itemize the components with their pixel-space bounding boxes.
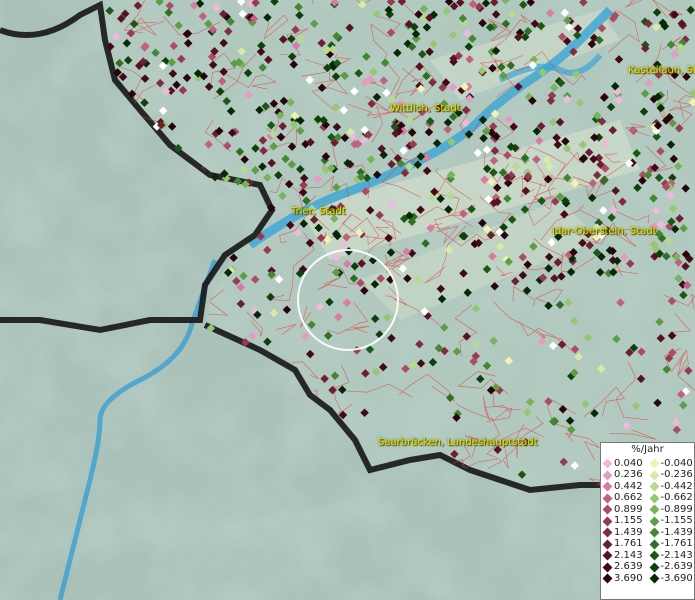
legend-value: 0.236: [614, 469, 643, 481]
legend-entry: 0.236: [601, 470, 648, 482]
legend-swatch: [602, 504, 613, 515]
legend-swatch: [649, 573, 659, 584]
legend-entry: 0.442: [601, 481, 648, 493]
legend-entry: 3.690: [601, 573, 648, 585]
legend-value: -1.439: [660, 526, 693, 538]
legend-value: 3.690: [614, 572, 643, 584]
legend-swatch: [649, 493, 659, 504]
legend-entry: -0.442: [648, 481, 695, 493]
legend-entry: -1.439: [648, 527, 695, 539]
legend-entry: -3.690: [648, 573, 695, 585]
legend-swatch: [602, 516, 613, 527]
legend-value: -0.442: [660, 480, 693, 492]
city-label-trier: Trier, Stadt: [291, 206, 346, 217]
legend-entry: 1.155: [601, 516, 648, 528]
legend-value: 0.899: [614, 503, 643, 515]
legend-swatch: [602, 550, 613, 561]
legend-entry: -0.662: [648, 493, 695, 505]
legend-value: -1.155: [660, 515, 693, 527]
legend-value: -1.761: [660, 538, 693, 550]
legend-value: -2.639: [660, 561, 693, 573]
legend-swatch: [602, 470, 613, 481]
city-label-idar-oberstein: Idar-Oberstein, Stadt: [552, 226, 657, 237]
legend-entry: -2.639: [648, 562, 695, 574]
legend-entry: 2.143: [601, 550, 648, 562]
legend-swatch: [649, 516, 659, 527]
legend-value: 2.639: [614, 561, 643, 573]
legend-value: 0.442: [614, 480, 643, 492]
legend-swatch: [649, 550, 659, 561]
legend-swatch: [602, 493, 613, 504]
legend-title: %/Jahr: [631, 444, 664, 455]
legend-entry: -1.155: [648, 516, 695, 528]
legend-swatch: [602, 527, 613, 538]
legend-swatch: [649, 562, 659, 573]
legend-swatch: [649, 527, 659, 538]
legend-value: -0.662: [660, 492, 693, 504]
legend-swatch: [602, 573, 613, 584]
map-base: [0, 0, 695, 600]
legend-negative-column: -0.040 -0.236 -0.442 -0.662 -0.899 -1.155 -1.4…: [648, 458, 695, 585]
legend-entry: 0.662: [601, 493, 648, 505]
legend-swatch: [602, 458, 613, 469]
legend-value: 1.155: [614, 515, 643, 527]
legend-entry: 0.899: [601, 504, 648, 516]
city-label-wittlich: Wittlich, Stadt: [390, 103, 461, 114]
legend-entry: -2.143: [648, 550, 695, 562]
legend-entry: -0.899: [648, 504, 695, 516]
legend-positive-column: 0.040 0.236 0.442 0.662 0.899 1.155 1.439 1.761…: [601, 458, 648, 585]
legend-entry: -0.236: [648, 470, 695, 482]
legend-entry: -1.761: [648, 539, 695, 551]
legend-value: 1.761: [614, 538, 643, 550]
legend-value: -2.143: [660, 549, 693, 561]
legend-entry: 2.639: [601, 562, 648, 574]
legend-value: -3.690: [660, 572, 693, 584]
legend-swatch: [649, 481, 659, 492]
legend: %/Jahr 0.040 0.236 0.442 0.662 0.899 1.155 1.4…: [600, 442, 695, 600]
legend-value: 2.143: [614, 549, 643, 561]
legend-swatch: [602, 539, 613, 550]
legend-swatch: [602, 481, 613, 492]
legend-value: 0.040: [614, 457, 643, 469]
legend-entry: 0.040: [601, 458, 648, 470]
legend-swatch: [649, 539, 659, 550]
legend-value: -0.236: [660, 469, 693, 481]
legend-swatch: [649, 458, 659, 469]
legend-value: 1.439: [614, 526, 643, 538]
city-label-saarbruecken: Saarbrücken, Landeshauptstadt: [378, 437, 538, 448]
legend-swatch: [649, 470, 659, 481]
map-view[interactable]: Wittlich, Stadt Kastellaun, St Trier, St…: [0, 0, 695, 600]
legend-entry: -0.040: [648, 458, 695, 470]
legend-entry: 1.761: [601, 539, 648, 551]
legend-swatch: [649, 504, 659, 515]
legend-value: 0.662: [614, 492, 643, 504]
legend-entry: 1.439: [601, 527, 648, 539]
legend-value: -0.040: [660, 457, 693, 469]
legend-value: -0.899: [660, 503, 693, 515]
legend-swatch: [602, 562, 613, 573]
city-label-kastellaun: Kastellaun, St: [628, 65, 695, 76]
